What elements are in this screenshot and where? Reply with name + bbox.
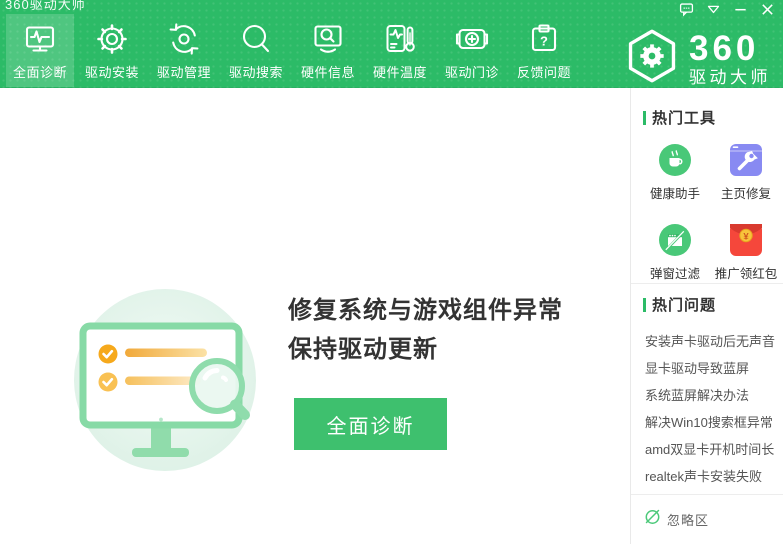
- toolbar-item-feedback[interactable]: ? 反馈问题: [510, 14, 578, 87]
- hot-question-item[interactable]: amd双显卡开机时间长: [645, 436, 775, 463]
- toolbar-item-driver-search[interactable]: 驱动搜索: [222, 14, 290, 87]
- first-aid-kit-icon: [452, 19, 492, 59]
- toolbar-item-driver-install[interactable]: 驱动安装: [78, 14, 146, 87]
- green-accent-bar: [643, 110, 646, 125]
- tool-label: 推广领红包: [714, 267, 778, 281]
- search-icon: [236, 19, 276, 59]
- hot-questions-title: 热门问题: [652, 297, 717, 314]
- hot-question-item[interactable]: 解决Win10搜索框异常: [645, 409, 775, 436]
- tool-label: 健康助手: [649, 187, 700, 201]
- toolbar-item-label: 驱动门诊: [444, 65, 499, 80]
- hot-tools-grid: 健康助手 主页修复 弹窗过滤 ¥ 推广领红包: [641, 143, 783, 282]
- svg-text:?: ?: [540, 34, 548, 49]
- main-headline: 修复系统与游戏组件异常 保持驱动更新: [288, 291, 563, 369]
- minimize-icon[interactable]: [732, 1, 748, 17]
- sidebar-divider: [631, 283, 783, 284]
- toolbar-item-label: 反馈问题: [516, 65, 571, 80]
- toolbar-item-hardware-info[interactable]: 硬件信息: [294, 14, 362, 87]
- window-controls: [678, 1, 775, 17]
- toolbar-item-label: 驱动管理: [156, 65, 211, 80]
- hot-question-item[interactable]: 系统蓝屏解决办法: [645, 382, 775, 409]
- hot-question-item[interactable]: 安装声卡驱动后无声音: [645, 328, 775, 355]
- refresh-sync-icon: [164, 19, 204, 59]
- window-title: 360驱动大师: [5, 0, 86, 12]
- homepage-wrench-icon: [729, 143, 763, 177]
- gear-icon: [92, 19, 132, 59]
- health-cup-icon: [658, 143, 692, 177]
- headline-line2: 保持驱动更新: [288, 336, 438, 363]
- close-icon[interactable]: [759, 1, 775, 17]
- toolbar-item-full-diagnosis[interactable]: 全面诊断: [6, 14, 74, 87]
- hot-tools-header: 热门工具: [643, 107, 716, 128]
- right-sidebar: 热门工具 健康助手 主页修复 弹窗过滤 ¥ 推广领红包 热门问题 安装声卡驱动后…: [630, 88, 783, 544]
- hot-question-item[interactable]: realtek声卡安装失败: [645, 463, 775, 490]
- hot-tools-title: 热门工具: [652, 110, 717, 127]
- hot-questions-header: 热门问题: [643, 294, 716, 315]
- tool-health-assistant[interactable]: 健康助手: [641, 143, 709, 202]
- toolbar-item-hardware-temp[interactable]: 硬件温度: [366, 14, 434, 87]
- toolbar-item-driver-clinic[interactable]: 驱动门诊: [438, 14, 506, 87]
- monitor-magnifier-icon: [308, 19, 348, 59]
- menu-arrow-icon[interactable]: [705, 1, 721, 17]
- logo-text: 360 驱动大师: [689, 31, 771, 86]
- green-accent-bar: [643, 297, 646, 312]
- full-diagnose-button[interactable]: 全面诊断: [294, 398, 447, 450]
- ignore-ban-icon: [644, 508, 661, 530]
- diagnosis-illustration: [63, 278, 318, 488]
- hot-question-item[interactable]: 显卡驱动导致蓝屏: [645, 355, 775, 382]
- tool-red-packet[interactable]: ¥ 推广领红包: [709, 223, 783, 282]
- thermometer-icon: [380, 19, 420, 59]
- main-content: 修复系统与游戏组件异常 保持驱动更新 全面诊断: [0, 88, 630, 544]
- toolbar-item-label: 驱动安装: [84, 65, 139, 80]
- logo-subtitle: 驱动大师: [689, 68, 771, 87]
- svg-text:¥: ¥: [743, 231, 749, 242]
- toolbar-item-label: 硬件温度: [372, 65, 427, 80]
- tool-homepage-repair[interactable]: 主页修复: [709, 143, 783, 202]
- tool-label: 弹窗过滤: [649, 267, 700, 281]
- hot-questions-list: 安装声卡驱动后无声音 显卡驱动导致蓝屏 系统蓝屏解决办法 解决Win10搜索框异…: [645, 328, 775, 490]
- red-packet-icon: ¥: [729, 223, 763, 257]
- toolbar-item-label: 硬件信息: [300, 65, 355, 80]
- logo-brand: 360: [689, 29, 760, 68]
- ignore-zone-link[interactable]: 忽略区: [631, 494, 783, 530]
- toolbar-item-driver-manage[interactable]: 驱动管理: [150, 14, 218, 87]
- main-toolbar: 全面诊断 驱动安装 驱动管理 驱动搜索 硬件信息 硬件温度 驱动门诊 ? 反馈问…: [6, 14, 582, 87]
- toolbar-item-label: 驱动搜索: [228, 65, 283, 80]
- feedback-bubble-icon[interactable]: [678, 1, 694, 17]
- ignore-zone-label: 忽略区: [667, 512, 710, 528]
- toolbar-item-label: 全面诊断: [12, 65, 67, 80]
- hexagon-gear-logo-icon: [624, 27, 680, 87]
- diagnosis-monitor-icon: [20, 19, 60, 59]
- headline-line1: 修复系统与游戏组件异常: [288, 297, 563, 324]
- tool-label: 主页修复: [720, 187, 771, 201]
- clipboard-question-icon: ?: [524, 19, 564, 59]
- app-logo: 360 驱动大师: [624, 27, 771, 87]
- popup-filter-icon: [658, 223, 692, 257]
- app-header: 360驱动大师 全面诊断 驱动安装 驱动管理 驱动搜索 硬件信息 硬件温度 驱动…: [0, 0, 783, 88]
- tool-popup-filter[interactable]: 弹窗过滤: [641, 223, 709, 282]
